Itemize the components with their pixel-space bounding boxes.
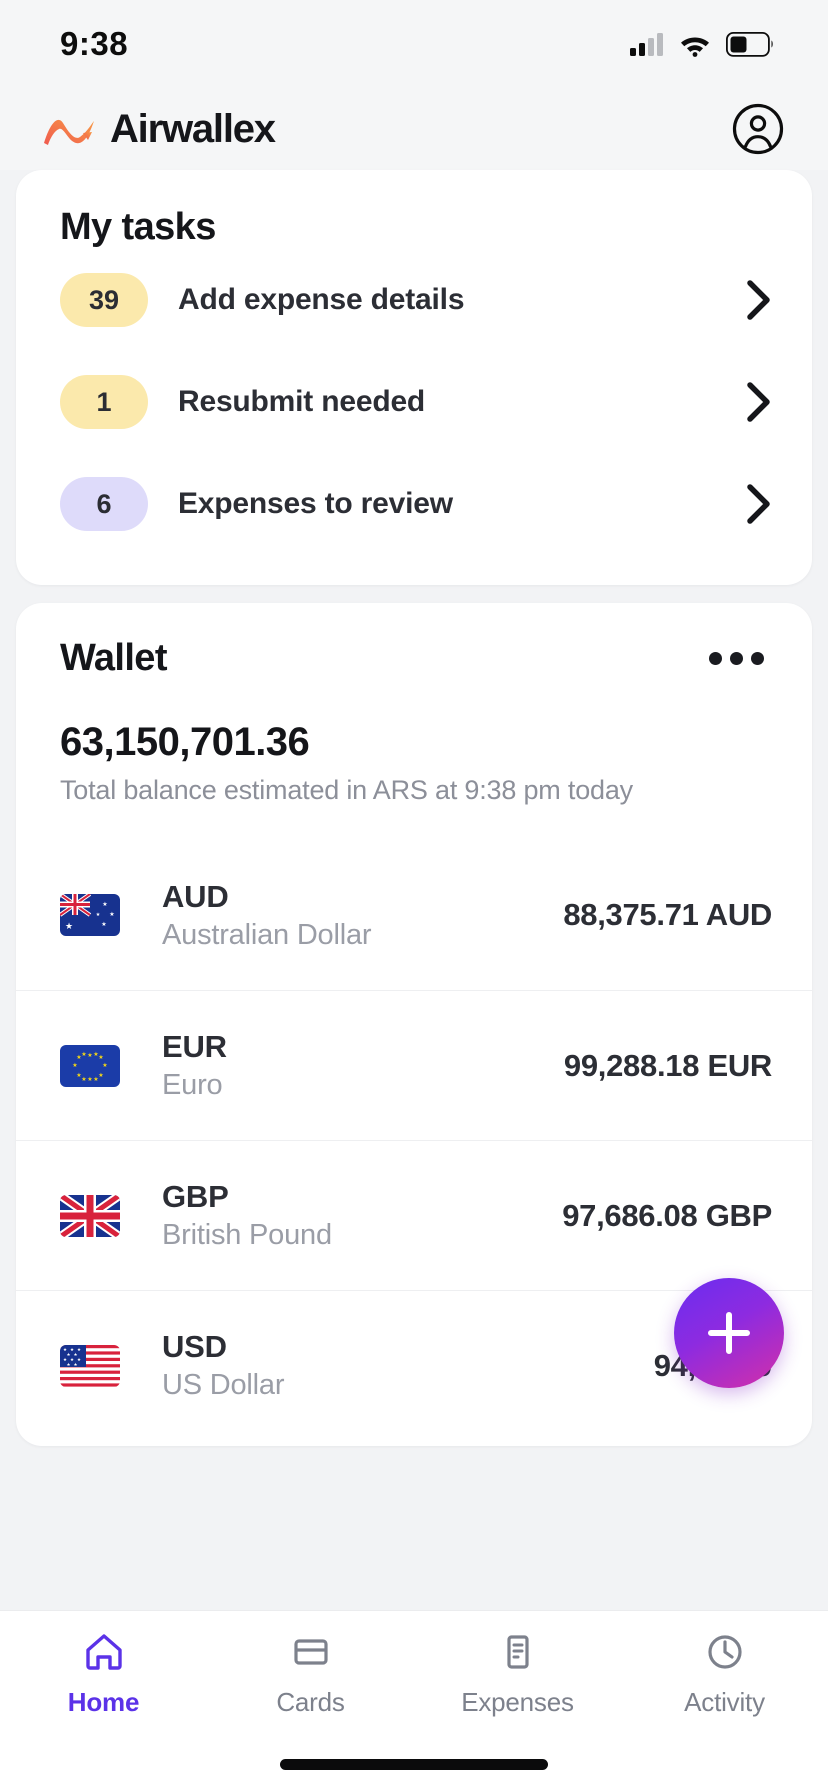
- wallet-title: Wallet: [60, 637, 168, 679]
- currency-code: AUD: [162, 878, 229, 914]
- currency-row-aud[interactable]: ★ ★ ★ ★ ★ AUD Australian Dollar 88,375.7…: [16, 840, 812, 990]
- task-label: Add expense details: [178, 283, 465, 316]
- svg-text:★: ★: [109, 911, 114, 918]
- chevron-right-icon[interactable]: [746, 381, 772, 423]
- task-row-add-expense-details[interactable]: 39 Add expense details: [16, 249, 812, 351]
- home-indicator: [280, 1759, 548, 1770]
- svg-text:★: ★: [87, 1052, 92, 1059]
- brand-name: Airwallex: [110, 106, 276, 151]
- svg-text:★: ★: [81, 1051, 86, 1058]
- plus-icon: [708, 1312, 750, 1354]
- currency-names: EUR Euro: [162, 1029, 564, 1102]
- clock-icon: [707, 1635, 742, 1669]
- svg-text:★: ★: [93, 1051, 98, 1058]
- my-tasks-card: My tasks 39 Add expense details 1 Resubm…: [16, 170, 812, 585]
- svg-text:★: ★: [65, 921, 73, 931]
- svg-text:★: ★: [98, 1054, 103, 1061]
- svg-text:★: ★: [98, 1072, 103, 1079]
- wallet-total-balance: 63,150,701.36: [60, 720, 310, 764]
- nav-item-activity[interactable]: Activity: [621, 1629, 828, 1718]
- currency-names: AUD Australian Dollar: [162, 879, 563, 952]
- task-count-badge: 39: [60, 273, 148, 327]
- svg-text:★: ★: [87, 1076, 92, 1083]
- wallet-balance-subtitle: Total balance estimated in ARS at 9:38 p…: [60, 775, 633, 805]
- svg-text:★: ★: [96, 912, 101, 918]
- card-icon: [293, 1639, 328, 1665]
- status-bar-indicators: [630, 31, 774, 57]
- currency-row-gbp[interactable]: GBP British Pound 97,686.08 GBP: [16, 1140, 812, 1290]
- nav-label: Home: [67, 1687, 140, 1717]
- bottom-navigation: Home Cards Expenses Activity: [0, 1610, 828, 1792]
- nav-item-cards[interactable]: Cards: [207, 1629, 414, 1718]
- receipt-icon: [506, 1635, 529, 1669]
- chevron-right-icon[interactable]: [746, 279, 772, 321]
- svg-text:★: ★: [101, 921, 106, 928]
- nav-label: Cards: [276, 1687, 345, 1717]
- flag-united-kingdom-icon: [60, 1194, 120, 1237]
- cellular-signal-icon: [630, 33, 663, 56]
- wifi-icon: [681, 37, 709, 57]
- wallet-header: Wallet: [16, 637, 812, 680]
- currency-code: USD: [162, 1329, 227, 1364]
- currency-name: British Pound: [162, 1219, 332, 1251]
- currency-name: Australian Dollar: [162, 918, 372, 951]
- chevron-right-icon[interactable]: [746, 483, 772, 525]
- currency-code: EUR: [162, 1029, 227, 1064]
- status-bar: 9:38: [0, 0, 828, 88]
- task-label: Resubmit needed: [178, 385, 426, 418]
- svg-text:★: ★: [72, 1062, 77, 1069]
- task-count-badge: 6: [60, 477, 148, 531]
- nav-item-expenses[interactable]: Expenses: [414, 1629, 621, 1718]
- svg-text:★: ★: [81, 1076, 86, 1083]
- currency-code: GBP: [162, 1179, 229, 1214]
- more-horizontal-icon[interactable]: [705, 638, 768, 679]
- add-button-fab[interactable]: [674, 1278, 784, 1388]
- battery-icon: [726, 31, 773, 57]
- svg-text:★: ★: [102, 901, 107, 908]
- currency-names: USD US Dollar: [162, 1329, 654, 1402]
- svg-text:★: ★: [93, 1076, 98, 1083]
- task-label: Expenses to review: [178, 487, 453, 520]
- flag-australia-icon: ★ ★ ★ ★ ★: [60, 894, 120, 936]
- currency-amount: 97,686.08 GBP: [562, 1197, 772, 1233]
- currency-name: US Dollar: [162, 1369, 285, 1401]
- status-bar-time: 9:38: [60, 25, 129, 62]
- currency-name: Euro: [162, 1069, 223, 1101]
- currency-amount: 88,375.71 AUD: [563, 897, 772, 932]
- task-row-resubmit-needed[interactable]: 1 Resubmit needed: [16, 351, 812, 453]
- brand: Airwallex: [40, 106, 276, 152]
- nav-item-home[interactable]: Home: [0, 1629, 207, 1718]
- app-header: Airwallex: [0, 88, 828, 170]
- account-circle-icon[interactable]: [732, 103, 784, 155]
- home-icon: [85, 1634, 122, 1670]
- nav-label: Activity: [684, 1687, 765, 1717]
- currency-amount: 99,288.18 EUR: [563, 1047, 772, 1083]
- airwallex-logo-icon: [44, 119, 94, 145]
- flag-european-union-icon: ★ ★ ★ ★ ★ ★ ★ ★ ★ ★ ★ ★: [60, 1044, 120, 1087]
- nav-label: Expenses: [461, 1687, 574, 1717]
- currency-names: GBP British Pound: [162, 1179, 562, 1252]
- currency-row-eur[interactable]: ★ ★ ★ ★ ★ ★ ★ ★ ★ ★ ★ ★ EUR Euro 99,288.18 EUR: [16, 990, 812, 1140]
- task-row-expenses-to-review[interactable]: 6 Expenses to review: [16, 453, 812, 555]
- task-count-badge: 1: [60, 375, 148, 429]
- svg-text:★: ★: [102, 1062, 107, 1069]
- my-tasks-title: My tasks: [60, 206, 216, 248]
- flag-united-states-icon: ★ ★ ★ ★ ★ ★ ★ ★ ★ ★: [60, 1344, 120, 1387]
